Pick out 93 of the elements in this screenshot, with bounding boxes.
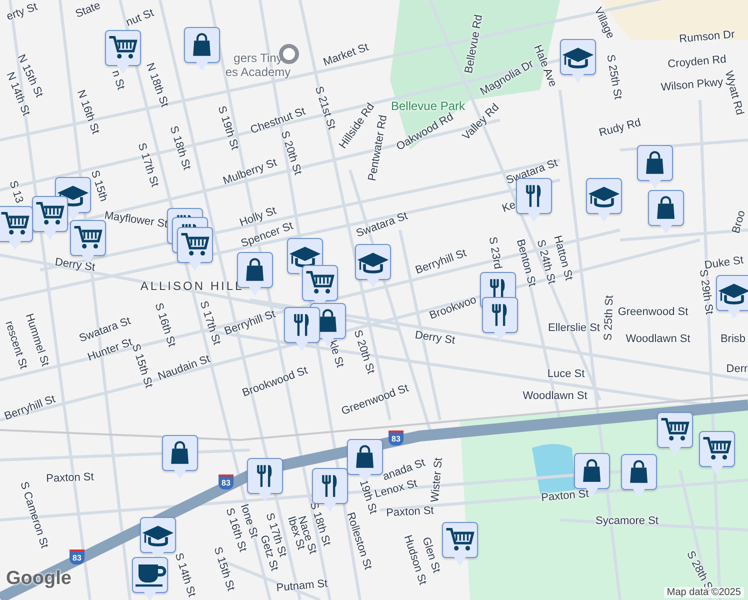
street-label: S 25th St xyxy=(602,295,616,341)
street-label: S 17th St xyxy=(197,300,223,346)
street-label: Derry St xyxy=(54,256,96,274)
shopping-cart-icon xyxy=(108,36,138,60)
shopping-bag-icon xyxy=(192,33,212,57)
street-label: Croyden Rd xyxy=(667,53,727,71)
shopping-cart-icon xyxy=(444,528,476,552)
street-label: Putnam St xyxy=(276,578,328,594)
shopping-bag-icon xyxy=(355,445,375,469)
graduation-cap-icon xyxy=(141,523,175,547)
highway-shield: 83 xyxy=(70,550,84,564)
street-label: Paxton St xyxy=(540,488,590,504)
highway-shield: 83 xyxy=(388,430,404,446)
street-label: Sycamore St xyxy=(596,515,658,527)
street-label: Wilson Pkwy xyxy=(660,76,724,94)
street-label: Glen St xyxy=(420,536,442,574)
graduation-cap-icon xyxy=(717,281,748,305)
street-label: Woodlawn St xyxy=(626,333,690,345)
shopping-bag-icon xyxy=(582,459,602,483)
street-label: Bellevue Rd xyxy=(462,14,486,74)
fork-knife-icon xyxy=(256,464,274,488)
street-label: Swatara St xyxy=(354,210,410,240)
area-label: ALLISON HILL xyxy=(140,279,244,293)
shopping-cart-icon xyxy=(72,226,104,250)
street-label: erty St xyxy=(5,0,39,24)
pond xyxy=(532,444,575,494)
coffee-cup-icon xyxy=(134,563,166,587)
street-label: Greenwood St xyxy=(618,306,688,318)
street-label: Ellerslie St xyxy=(548,322,600,334)
shopping-cart-icon xyxy=(660,418,690,442)
street-label: S 17th St xyxy=(135,142,161,188)
fork-knife-icon xyxy=(525,184,543,208)
shopping-bag-icon xyxy=(318,309,338,333)
street-label: S 21st St xyxy=(312,84,338,132)
street-label: S 29th St xyxy=(696,268,716,316)
place-label: es Academy xyxy=(225,65,291,79)
street-label: kle St xyxy=(326,339,346,369)
street-label: Derr xyxy=(726,363,748,375)
fork-knife-icon xyxy=(491,303,509,327)
street-label: nut St xyxy=(124,7,156,29)
shopping-cart-icon xyxy=(0,212,30,236)
shopping-bag-icon xyxy=(656,196,676,220)
street-label: Holly St xyxy=(238,204,278,230)
graduation-cap-icon xyxy=(356,250,390,274)
street-label: Derry St xyxy=(414,329,456,347)
street-label: S 23rd xyxy=(486,236,504,270)
street-label: Pentwater Rd xyxy=(366,114,390,182)
shopping-bag-icon xyxy=(245,258,265,282)
street-label: S 25th St xyxy=(604,54,624,100)
shopping-cart-icon xyxy=(304,271,336,295)
fork-knife-icon xyxy=(321,474,339,498)
graduation-cap-icon xyxy=(288,244,322,268)
street-label: N 18th St xyxy=(144,61,170,109)
street-label: Mayflower St xyxy=(104,210,168,230)
street-label: S 18th St xyxy=(167,124,193,172)
shopping-cart-icon xyxy=(34,202,66,226)
street-label: Luce St xyxy=(547,368,585,380)
street-label: Wyatt Rd xyxy=(722,70,746,116)
street-label: S 16th St xyxy=(152,302,178,348)
street-label: S 19th St xyxy=(215,104,241,152)
street-label: Paxton St xyxy=(386,504,434,520)
street-label: S 20th St xyxy=(278,130,304,176)
street-label: Broo xyxy=(730,209,748,235)
graduation-cap-icon xyxy=(561,45,595,69)
street-label: Benton St xyxy=(514,238,538,288)
street-label: Hale Ave xyxy=(531,43,559,89)
park-label: Bellevue Park xyxy=(390,99,466,113)
shopping-cart-icon xyxy=(180,233,210,257)
street-label: State xyxy=(74,0,102,20)
street-label: N 16th St xyxy=(74,88,102,136)
fork-knife-icon xyxy=(293,313,311,337)
shopping-bag-icon xyxy=(645,151,665,175)
street-label: Market St xyxy=(322,41,370,69)
shopping-cart-icon xyxy=(702,437,732,461)
shopping-bag-icon xyxy=(170,441,190,465)
location-pin-icon xyxy=(279,44,299,64)
street-label: Rudy Rd xyxy=(598,116,642,140)
street-label: S 15th St xyxy=(211,546,237,592)
street-label: S 13 xyxy=(6,179,26,205)
street-label: Rumson Dr xyxy=(678,28,736,46)
street-label: Woodlawn St xyxy=(522,390,588,402)
street-label: S 15th xyxy=(88,169,110,203)
shopping-bag-icon xyxy=(629,460,649,484)
street-label: S 14th St xyxy=(172,552,198,598)
street-label: n St xyxy=(109,68,127,92)
street-label: Wister St xyxy=(429,457,445,503)
street-label: Swatara St xyxy=(504,157,560,187)
street-label: Brisb xyxy=(720,333,746,345)
highway-shield: 83 xyxy=(218,474,234,490)
street-label: Village xyxy=(592,6,616,40)
graduation-cap-icon xyxy=(587,184,621,208)
street-label: S 20th St xyxy=(351,328,377,376)
street-label: Ke xyxy=(500,199,518,215)
